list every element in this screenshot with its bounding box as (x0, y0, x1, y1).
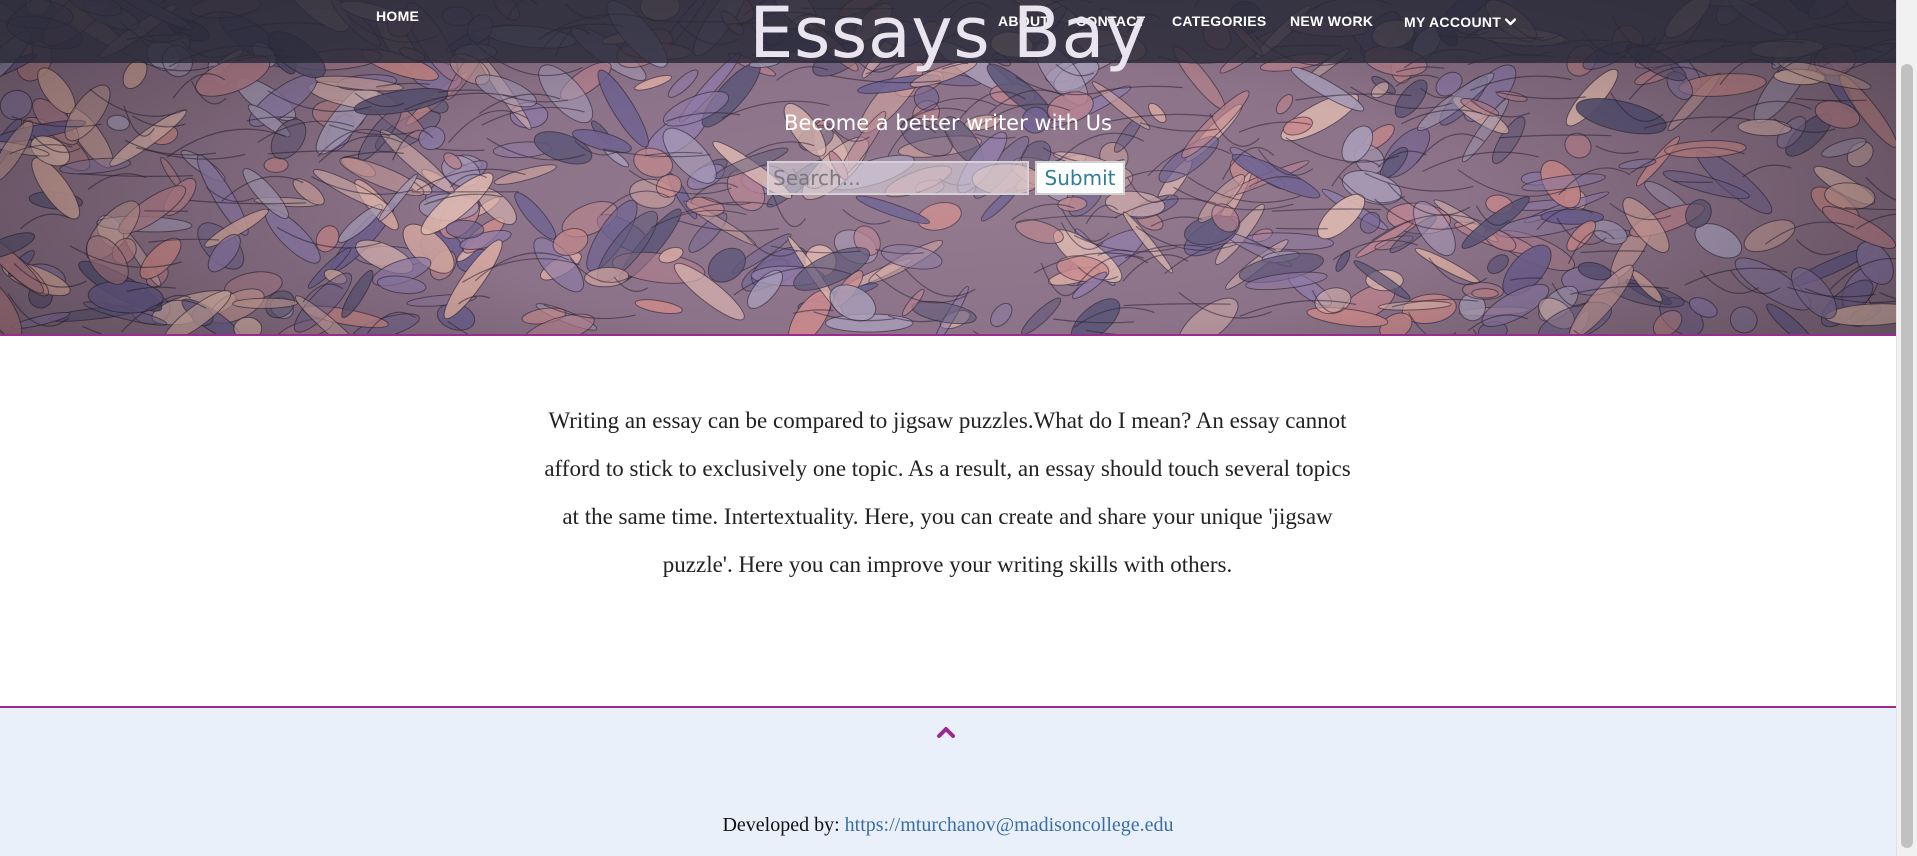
hero-banner: HOME ABOUT CONTACT CATEGORIES NEW WORK M… (0, 0, 1896, 336)
developed-by-label: Developed by: (722, 814, 840, 836)
page: HOME ABOUT CONTACT CATEGORIES NEW WORK M… (0, 0, 1896, 856)
developer-credit: Developed by: https://mturchanov@madison… (0, 814, 1896, 837)
site-title: Essays Bay (749, 0, 1147, 74)
developer-email-link[interactable]: https://mturchanov@madisoncollege.edu (845, 814, 1174, 836)
chevron-up-icon[interactable] (936, 724, 956, 740)
site-tagline: Become a better writer with Us (784, 111, 1112, 135)
vertical-scrollbar[interactable] (1896, 0, 1917, 856)
submit-button[interactable]: Submit (1035, 161, 1125, 195)
scrollbar-thumb[interactable] (1901, 64, 1913, 848)
intro-paragraph: Writing an essay can be compared to jigs… (544, 408, 1351, 577)
page-footer: Developed by: https://mturchanov@madison… (0, 706, 1896, 856)
search-input[interactable] (767, 161, 1029, 195)
search-form: Submit (767, 161, 1125, 195)
